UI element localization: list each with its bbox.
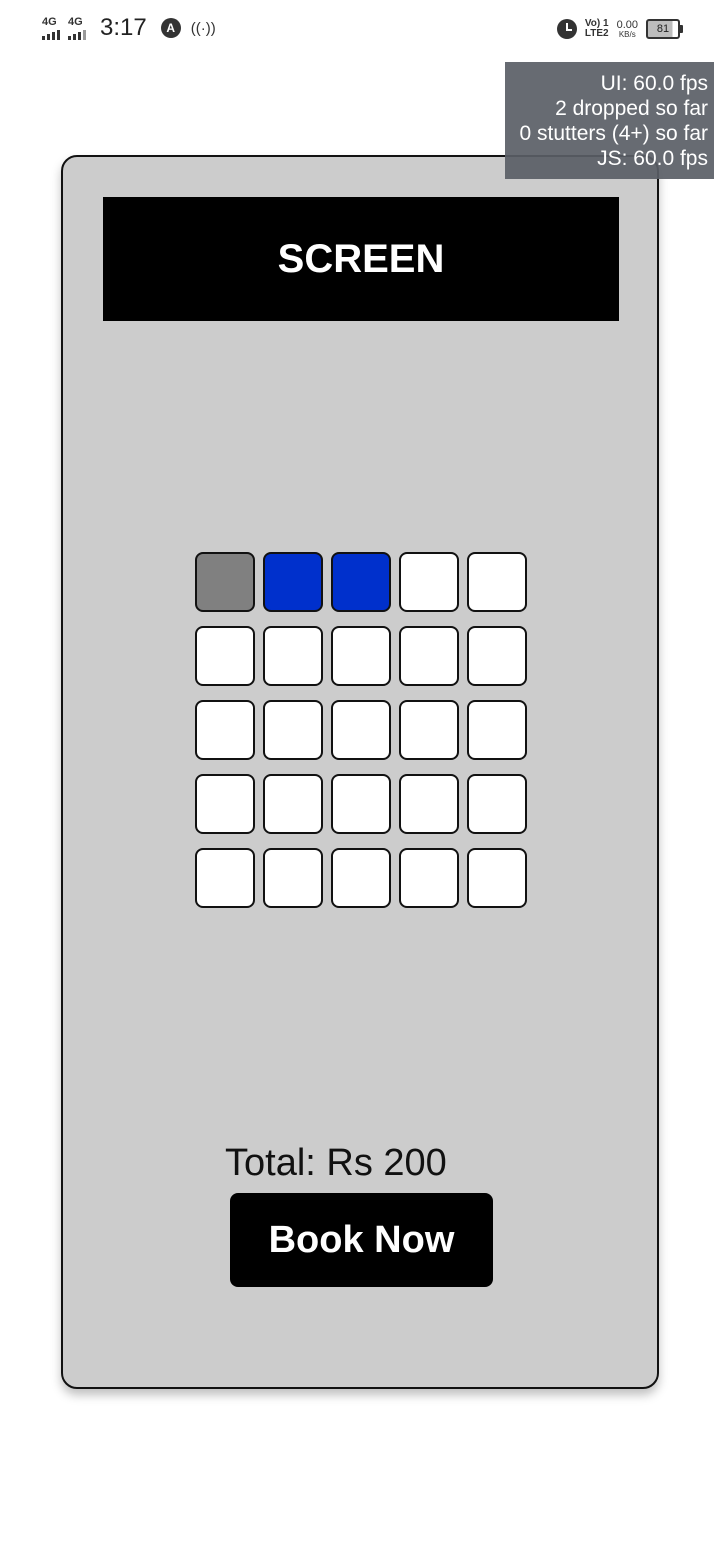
volte-line-2: LTE2	[584, 28, 609, 39]
clock: 3:17	[100, 14, 147, 41]
seat-available[interactable]	[399, 774, 459, 834]
booking-card: SCREEN Total: Rs 200 Book Now	[61, 155, 659, 1389]
seat-available[interactable]	[399, 700, 459, 760]
seat-available[interactable]	[467, 700, 527, 760]
seat-available[interactable]	[195, 848, 255, 908]
seat-available[interactable]	[263, 700, 323, 760]
seat-available[interactable]	[331, 774, 391, 834]
seat-available[interactable]	[331, 848, 391, 908]
app-notification-icon: A	[160, 18, 181, 38]
battery-level: 81	[656, 23, 670, 35]
volte-icon: Vo) 1 LTE2	[585, 19, 609, 39]
dropped-frames-text: 2 dropped so far	[555, 97, 708, 120]
signal-2-icon: 4G	[68, 15, 86, 40]
seat-available[interactable]	[195, 700, 255, 760]
seat-available[interactable]	[467, 774, 527, 834]
perf-monitor-overlay[interactable]: UI: 60.0 fps 2 dropped so far 0 stutters…	[505, 62, 714, 179]
seat-available[interactable]	[331, 626, 391, 686]
seat-available[interactable]	[263, 626, 323, 686]
seat-available[interactable]	[467, 848, 527, 908]
ui-fps-text: UI: 60.0 fps	[600, 72, 708, 95]
seat-booked[interactable]	[195, 552, 255, 612]
seat-available[interactable]	[467, 626, 527, 686]
seat-available[interactable]	[399, 626, 459, 686]
seat-selected[interactable]	[331, 552, 391, 612]
seat-available[interactable]	[263, 848, 323, 908]
seat-available[interactable]	[195, 774, 255, 834]
network-type-label: 4G	[42, 15, 57, 28]
status-bar-left: 4G 4G 3:17 A ((·))	[42, 12, 216, 44]
js-fps-text: JS: 60.0 fps	[597, 147, 708, 170]
signal-1-icon: 4G	[42, 15, 60, 40]
network-type-label: 4G	[68, 15, 83, 28]
data-speed-value: 0.00	[616, 18, 638, 31]
status-bar: 4G 4G 3:17 A ((·)) Vo) 1 LTE2 0.00 KB/s …	[0, 0, 720, 56]
screen-banner: SCREEN	[103, 197, 619, 321]
book-now-button[interactable]: Book Now	[230, 1193, 493, 1287]
alarm-icon	[556, 19, 577, 39]
data-speed: 0.00 KB/s	[616, 18, 638, 39]
total-price: Total: Rs 200	[225, 1142, 447, 1184]
seat-available[interactable]	[467, 552, 527, 612]
hotspot-icon: ((·))	[190, 19, 216, 37]
seat-available[interactable]	[331, 700, 391, 760]
seat-grid	[195, 552, 527, 908]
seat-available[interactable]	[399, 848, 459, 908]
stutters-text: 0 stutters (4+) so far	[519, 122, 709, 145]
battery-icon: 81	[646, 19, 683, 39]
seat-available[interactable]	[263, 774, 323, 834]
seat-available[interactable]	[399, 552, 459, 612]
seat-selected[interactable]	[263, 552, 323, 612]
data-speed-unit: KB/s	[618, 29, 636, 39]
seat-available[interactable]	[195, 626, 255, 686]
status-bar-right: Vo) 1 LTE2 0.00 KB/s 81	[556, 14, 683, 44]
